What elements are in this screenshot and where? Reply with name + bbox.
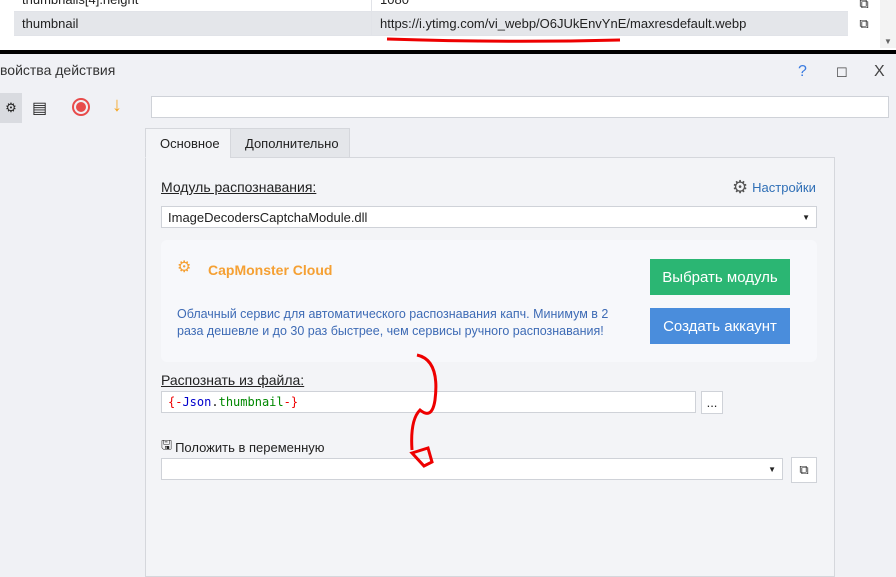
capmonster-promo: ⚙ CapMonster Cloud Облачный сервис для а… <box>161 240 817 362</box>
token: thumbnail <box>218 395 284 409</box>
chevron-down-icon: ▼ <box>768 464 776 474</box>
table-row[interactable]: thumbnails[4].height 1080 <box>14 0 848 12</box>
module-label: Модуль распознавания: <box>161 179 317 195</box>
variable-select[interactable]: ▼ <box>161 458 783 480</box>
module-value: ImageDecodersCaptchaModule.dll <box>168 209 368 225</box>
gear-icon: ⚙ <box>732 177 749 197</box>
red-underline-annotation <box>386 37 621 43</box>
promo-text: Облачный сервис для автоматического расп… <box>177 307 609 338</box>
settings-label: Настройки <box>752 180 816 195</box>
variable-label-row: 🖫 Положить в переменную <box>161 436 325 458</box>
copy-icon[interactable]: ⧉ <box>852 12 876 36</box>
token: -} <box>283 395 299 409</box>
red-question-annotation <box>409 353 438 468</box>
chevron-down-icon: ▼ <box>802 212 810 222</box>
token: . <box>211 395 219 409</box>
maximize-button[interactable]: ☐ <box>836 65 848 81</box>
token: {- <box>168 395 183 409</box>
doc-lightning-icon[interactable]: ▤ <box>32 93 52 123</box>
tab-main[interactable]: Основное <box>145 128 235 158</box>
table-row-selected[interactable]: thumbnail https://i.ytimg.com/vi_webp/O6… <box>14 12 848 36</box>
scrollbar[interactable]: ▼ <box>880 0 896 48</box>
browse-button[interactable]: ... <box>701 391 723 414</box>
settings-doc-icon[interactable]: ⚙ <box>0 93 22 123</box>
divider <box>0 50 896 54</box>
settings-link[interactable]: ⚙ Настройки <box>732 177 816 198</box>
promo-title: CapMonster Cloud <box>208 262 333 278</box>
row-key: thumbnails[4].height <box>14 0 371 7</box>
row-key: thumbnail <box>22 16 79 31</box>
module-select[interactable]: ImageDecodersCaptchaModule.dll ▼ <box>161 206 817 228</box>
file-label: Распознать из файла: <box>161 372 305 388</box>
tab-additional[interactable]: Дополнительно <box>230 128 350 158</box>
action-name-input[interactable] <box>151 96 889 118</box>
panel-title: войства действия <box>0 62 116 78</box>
token: Json <box>182 395 212 409</box>
record-icon[interactable] <box>72 98 90 116</box>
copy-button[interactable]: ⧉ <box>791 457 817 483</box>
gears-icon: ⚙ <box>177 259 192 276</box>
select-module-button[interactable]: Выбрать модуль <box>650 259 790 295</box>
row-value: 1080 <box>371 0 848 11</box>
variable-label: Положить в переменную <box>175 439 325 455</box>
help-button[interactable]: ? <box>798 63 807 81</box>
variables-grid: thumbnails[4].height 1080 ⧉ thumbnail ht… <box>0 0 896 50</box>
row-value: https://i.ytimg.com/vi_webp/O6JUkEnvYnE/… <box>371 12 848 35</box>
close-button[interactable]: X <box>874 63 885 81</box>
create-account-button[interactable]: Создать аккаунт <box>650 308 790 344</box>
arrow-down-icon[interactable]: ↓ <box>112 94 122 117</box>
save-icon: 🖫 <box>161 437 173 452</box>
